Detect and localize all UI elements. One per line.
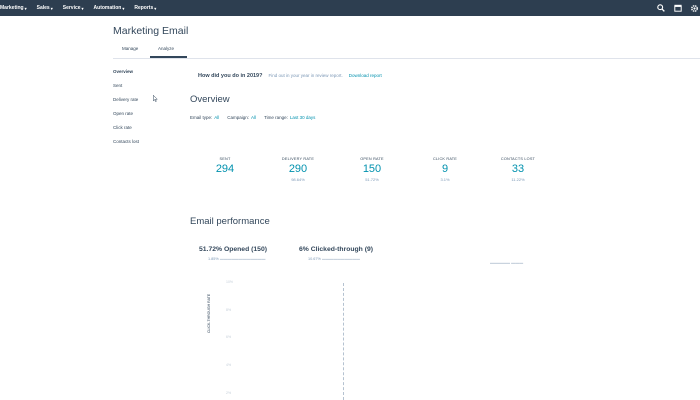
overview-title: Overview <box>190 94 230 105</box>
stat-value[interactable]: 150 <box>332 163 412 175</box>
stat-click-rate: CLICK RATE 9 3.1% <box>405 157 485 182</box>
stat-sent: SENT 294 <box>185 157 265 182</box>
chevron-down-icon: ▾ <box>50 5 53 11</box>
stat-subvalue: 51.72% <box>365 177 379 182</box>
stat-subvalue: 3.1% <box>440 177 450 182</box>
stat-subvalue <box>185 177 265 182</box>
sidebar-item-sent[interactable]: Sent <box>113 82 139 96</box>
sidebar-item-delivery-rate[interactable]: Delivery rate <box>113 96 139 110</box>
sidebar-item-overview[interactable]: Overview <box>113 68 139 82</box>
stat-label: CONTACTS LOST <box>500 157 536 161</box>
nav-service[interactable]: Service ▾ <box>63 5 84 11</box>
stat-value[interactable]: 290 <box>258 163 338 175</box>
nav-reports[interactable]: Reports ▾ <box>134 5 156 11</box>
stat-value[interactable]: 294 <box>185 163 265 175</box>
sidebar-item-click-rate[interactable]: Click rate <box>113 124 139 138</box>
sidebar-item-contacts-lost[interactable]: Contacts lost <box>113 138 139 152</box>
search-icon[interactable] <box>655 3 666 14</box>
top-nav: Marketing ▾ Sales ▾ Service ▾ Automation ▾ R… <box>0 0 700 16</box>
stat-delivery-rate: DELIVERY RATE 290 98.64% <box>258 157 338 182</box>
filter-email-type: Email type: All <box>190 115 219 120</box>
opened-metric-tab[interactable]: 51.72% Opened (150) <box>199 246 267 253</box>
chart-reference-line <box>343 283 344 400</box>
nav-automation[interactable]: Automation ▾ <box>94 5 125 11</box>
blurred-text: ▬▬▬▬▬▬▬▬▬▬ <box>320 257 360 261</box>
nav-sales[interactable]: Sales ▾ <box>37 5 53 11</box>
stat-label: SENT <box>219 157 231 161</box>
tab-analyze[interactable]: Analyze <box>158 46 174 51</box>
stat-label: CLICK RATE <box>432 157 458 161</box>
nav-reports-label: Reports <box>134 5 154 11</box>
y-axis-title: CLICK-THROUGH RATE <box>207 293 211 333</box>
filter-campaign: Campaign: All <box>227 115 256 120</box>
blurred-legend: ▬▬▬▬▬ ▬▬▬ <box>490 260 524 265</box>
nav-icons <box>649 0 700 16</box>
nav-marketing[interactable]: Marketing ▾ <box>0 5 27 11</box>
page-title: Marketing Email <box>113 25 189 37</box>
email-performance-title: Email performance <box>190 216 270 227</box>
active-tab-indicator <box>150 56 187 58</box>
year-review-promo: How did you do in 2019? Find out in your… <box>198 73 382 79</box>
stat-label: DELIVERY RATE <box>281 157 315 161</box>
promo-text: Find out in your year in review report. <box>268 73 343 78</box>
stat-value[interactable]: 33 <box>478 163 558 175</box>
tab-manage[interactable]: Manage <box>122 46 138 51</box>
stat-subvalue: 98.64% <box>291 177 305 182</box>
filter-label: Time range: <box>264 115 288 120</box>
sidebar: Overview Sent Delivery rate Open rate Cl… <box>113 68 139 152</box>
opened-sub-value: 1.85% <box>208 257 219 261</box>
y-tick-label: 6% <box>226 335 232 339</box>
filter-time-range: Time range: Last 30 days <box>264 115 315 120</box>
clicked-through-metric-tab[interactable]: 6% Clicked-through (9) <box>299 246 373 253</box>
clicked-metric-subtext: 10.67% ▬▬▬▬▬▬▬▬▬▬ <box>308 257 360 261</box>
email-type-dropdown[interactable]: All <box>214 115 219 120</box>
sidebar-item-open-rate[interactable]: Open rate <box>113 110 139 124</box>
stat-open-rate: OPEN RATE 150 51.72% <box>332 157 412 182</box>
download-report-link[interactable]: Download report <box>349 73 382 78</box>
nav-sales-label: Sales <box>36 5 50 11</box>
chevron-down-icon: ▾ <box>154 5 157 11</box>
y-tick-label: 4% <box>226 363 232 367</box>
nav-service-label: Service <box>62 5 81 11</box>
chevron-down-icon: ▾ <box>81 5 84 11</box>
stat-value[interactable]: 9 <box>405 163 485 175</box>
chevron-down-icon: ▾ <box>122 5 125 11</box>
mouse-cursor-icon <box>153 89 158 107</box>
stat-subvalue: 11.22% <box>511 177 525 182</box>
filter-label: Email type: <box>190 115 213 120</box>
promo-title: How did you do in 2019? <box>198 73 263 79</box>
filter-bar: Email type: All Campaign: All Time range: L… <box>190 115 323 120</box>
opened-metric-subtext: 1.85% ▬▬▬▬▬▬▬▬▬▬▬▬ <box>208 257 265 261</box>
filter-label: Campaign: <box>227 115 250 120</box>
time-range-dropdown[interactable]: Last 30 days <box>290 115 316 120</box>
nav-marketing-label: Marketing <box>0 5 24 11</box>
blurred-text: ▬▬▬▬▬▬▬▬▬▬▬▬ <box>218 257 266 261</box>
y-tick-label: 10% <box>226 280 234 284</box>
chevron-down-icon: ▾ <box>24 5 27 11</box>
marketplace-icon[interactable] <box>672 3 683 14</box>
settings-icon[interactable] <box>689 3 700 14</box>
y-tick-label: 8% <box>226 308 232 312</box>
stat-label: OPEN RATE <box>360 157 384 161</box>
campaign-dropdown[interactable]: All <box>251 115 256 120</box>
stat-contacts-lost: CONTACTS LOST 33 11.22% <box>478 157 558 182</box>
y-tick-label: 2% <box>226 391 232 395</box>
tab-bar: Manage Analyze <box>113 42 700 59</box>
nav-automation-label: Automation <box>93 5 122 11</box>
clicked-sub-value: 10.67% <box>308 257 321 261</box>
